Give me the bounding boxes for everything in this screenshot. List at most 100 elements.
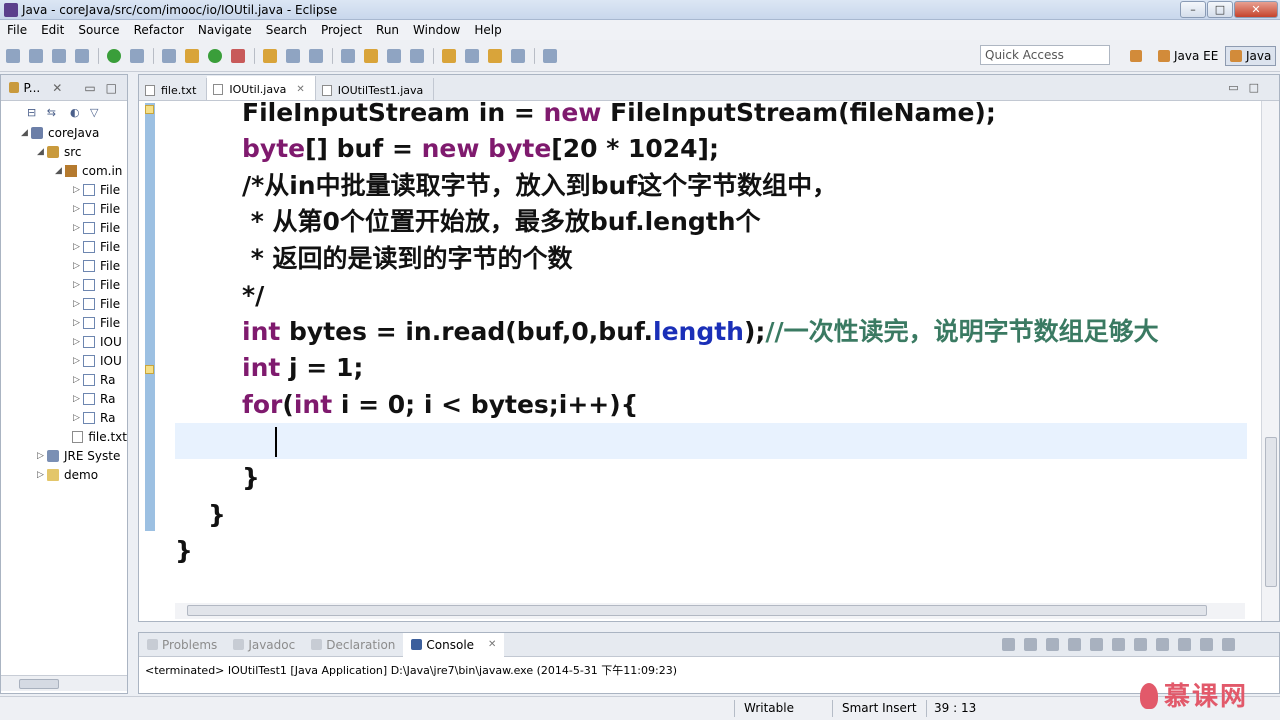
tab-problems[interactable]: Problems xyxy=(139,638,225,652)
tree-item-ra[interactable]: ▷ Ra xyxy=(1,408,127,427)
tree-item-corejava[interactable]: ◢ coreJava xyxy=(1,123,127,142)
next-annotation-icon[interactable] xyxy=(442,49,456,63)
tree-item-file[interactable]: ▷ File xyxy=(1,180,127,199)
close-tab-icon[interactable]: ✕ xyxy=(296,84,304,95)
display-console-icon[interactable] xyxy=(1178,638,1191,651)
explorer-horizontal-scrollbar[interactable] xyxy=(1,675,127,691)
menu-navigate[interactable]: Navigate xyxy=(191,23,259,37)
search-icon[interactable] xyxy=(341,49,355,63)
menu-project[interactable]: Project xyxy=(314,23,369,37)
view-menu-icon[interactable] xyxy=(1222,638,1235,651)
menu-search[interactable]: Search xyxy=(259,23,314,37)
forward-icon[interactable] xyxy=(511,49,525,63)
open-type-icon[interactable] xyxy=(309,49,323,63)
tree-item-file[interactable]: ▷ File xyxy=(1,313,127,332)
remove-launch-icon[interactable] xyxy=(1024,638,1037,651)
tree-item-jre[interactable]: ▷ JRE Syste xyxy=(1,446,127,465)
tree-item-ioutil[interactable]: ▷ IOU xyxy=(1,332,127,351)
tab-declaration[interactable]: Declaration xyxy=(303,638,403,652)
menu-refactor[interactable]: Refactor xyxy=(127,23,191,37)
show-whitespace-icon[interactable] xyxy=(410,49,424,63)
menu-window[interactable]: Window xyxy=(406,23,467,37)
tree-item-file[interactable]: ▷ File xyxy=(1,256,127,275)
close-tab-icon[interactable]: ✕ xyxy=(488,639,496,650)
build-icon[interactable] xyxy=(130,49,144,63)
close-button[interactable]: ✕ xyxy=(1234,1,1278,18)
expanded-arrow-icon[interactable]: ◢ xyxy=(55,166,65,176)
collapsed-arrow-icon[interactable]: ▷ xyxy=(73,318,83,328)
tree-item-ra[interactable]: ▷ Ra xyxy=(1,389,127,408)
word-wrap-icon[interactable] xyxy=(1112,638,1125,651)
back-icon[interactable] xyxy=(488,49,502,63)
scroll-lock-icon[interactable] xyxy=(1090,638,1103,651)
open-perspective-button[interactable] xyxy=(1130,46,1146,66)
tab-file-txt[interactable]: file.txt xyxy=(139,78,208,100)
menu-help[interactable]: Help xyxy=(467,23,508,37)
tab-console[interactable]: Console ✕ xyxy=(403,632,505,657)
scrollbar-thumb[interactable] xyxy=(187,605,1207,616)
focus-icon[interactable]: ◐ xyxy=(70,106,80,119)
collapsed-arrow-icon[interactable]: ▷ xyxy=(37,451,47,461)
tree-item-file[interactable]: ▷ File xyxy=(1,275,127,294)
clear-console-icon[interactable] xyxy=(1068,638,1081,651)
editor-horizontal-scrollbar[interactable] xyxy=(175,603,1245,619)
skip-breakpoints-icon[interactable] xyxy=(162,49,176,63)
view-menu-icon[interactable]: ▽ xyxy=(90,106,98,119)
terminate-icon[interactable] xyxy=(1002,638,1015,651)
package-explorer-tab[interactable]: P... ✕ ▭□ xyxy=(1,75,127,101)
save-icon[interactable] xyxy=(29,49,43,63)
collapsed-arrow-icon[interactable]: ▷ xyxy=(73,261,83,271)
collapsed-arrow-icon[interactable]: ▷ xyxy=(73,280,83,290)
prev-annotation-icon[interactable] xyxy=(465,49,479,63)
pin-editor-icon[interactable] xyxy=(543,49,557,63)
tree-item-src[interactable]: ◢ src xyxy=(1,142,127,161)
collapsed-arrow-icon[interactable]: ▷ xyxy=(73,185,83,195)
tree-item-ra[interactable]: ▷ Ra xyxy=(1,370,127,389)
show-on-output-icon[interactable] xyxy=(1134,638,1147,651)
collapsed-arrow-icon[interactable]: ▷ xyxy=(73,337,83,347)
tab-ioutil-java[interactable]: IOUtil.java ✕ xyxy=(207,76,316,100)
mark-occurrences-icon[interactable] xyxy=(364,49,378,63)
scrollbar-thumb[interactable] xyxy=(19,679,59,689)
quick-access-input[interactable]: Quick Access xyxy=(980,45,1110,65)
scrollbar-thumb[interactable] xyxy=(1265,437,1277,587)
tree-item-file[interactable]: ▷ File xyxy=(1,199,127,218)
collapsed-arrow-icon[interactable]: ▷ xyxy=(73,394,83,404)
code-area[interactable]: FileInputStream in = new FileInputStream… xyxy=(175,101,1247,601)
close-icon[interactable]: ✕ xyxy=(52,81,62,95)
collapsed-arrow-icon[interactable]: ▷ xyxy=(73,375,83,385)
editor-minmax-icons[interactable]: ▭□ xyxy=(1228,81,1269,94)
menu-source[interactable]: Source xyxy=(71,23,126,37)
editor-vertical-scrollbar[interactable] xyxy=(1261,101,1279,621)
warning-marker-icon[interactable] xyxy=(145,365,154,374)
tree-item-file-txt[interactable]: file.txt xyxy=(1,427,127,446)
collapsed-arrow-icon[interactable]: ▷ xyxy=(73,413,83,423)
tree-item-file[interactable]: ▷ File xyxy=(1,294,127,313)
debug-icon[interactable] xyxy=(185,49,199,63)
collapsed-arrow-icon[interactable]: ▷ xyxy=(73,299,83,309)
tree-item-package[interactable]: ◢ com.in xyxy=(1,161,127,180)
link-editor-icon[interactable]: ⇆ xyxy=(47,106,56,119)
block-selection-icon[interactable] xyxy=(387,49,401,63)
tree-item-file[interactable]: ▷ File xyxy=(1,237,127,256)
pin-console-icon[interactable] xyxy=(1156,638,1169,651)
collapse-all-icon[interactable]: ⊟ xyxy=(27,106,36,119)
tree-item-file[interactable]: ▷ File xyxy=(1,218,127,237)
refresh-icon[interactable] xyxy=(107,49,121,63)
new-class-icon[interactable] xyxy=(286,49,300,63)
tree-item-demo[interactable]: ▷ demo xyxy=(1,465,127,484)
print-icon[interactable] xyxy=(75,49,89,63)
collapsed-arrow-icon[interactable]: ▷ xyxy=(73,356,83,366)
menu-run[interactable]: Run xyxy=(369,23,406,37)
new-icon[interactable] xyxy=(6,49,20,63)
view-minmax-icons[interactable]: ▭□ xyxy=(84,81,127,95)
tab-ioutiltest1-java[interactable]: IOUtilTest1.java xyxy=(316,78,435,100)
tab-javadoc[interactable]: Javadoc xyxy=(225,638,303,652)
collapsed-arrow-icon[interactable]: ▷ xyxy=(73,223,83,233)
tree-item-ioutil[interactable]: ▷ IOU xyxy=(1,351,127,370)
save-all-icon[interactable] xyxy=(52,49,66,63)
menu-edit[interactable]: Edit xyxy=(34,23,71,37)
minimize-button[interactable]: – xyxy=(1180,1,1206,18)
menu-file[interactable]: File xyxy=(0,23,34,37)
warning-marker-icon[interactable] xyxy=(145,105,154,114)
